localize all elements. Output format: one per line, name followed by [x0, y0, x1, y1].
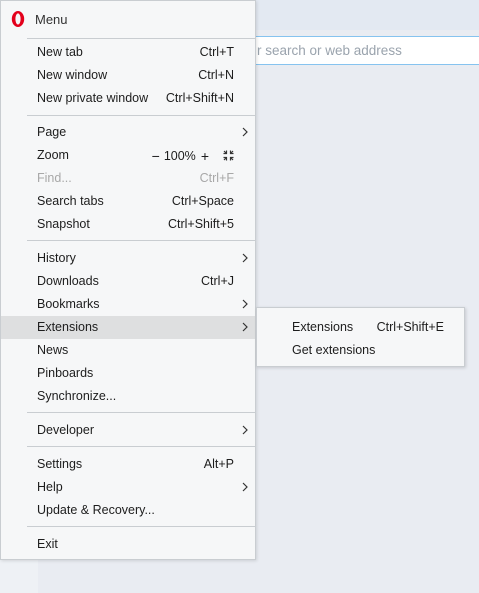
menu-item-new-private-window[interactable]: New private window Ctrl+Shift+N: [1, 87, 255, 110]
submenu-item-label: Extensions: [292, 320, 354, 334]
menu-item-label: News: [37, 343, 69, 357]
menu-item-label: Search tabs: [37, 194, 104, 208]
menu-item-developer[interactable]: Developer: [1, 419, 255, 442]
menu-item-label: Page: [37, 125, 67, 139]
menu-item-label: New private window: [37, 91, 149, 105]
submenu-item-get-extensions[interactable]: Get extensions: [257, 339, 464, 362]
address-bar-placeholder: r search or web address: [257, 43, 402, 58]
menu-item-bookmarks[interactable]: Bookmarks: [1, 293, 255, 316]
chevron-right-icon: [242, 322, 248, 332]
menu-separator: [27, 526, 255, 527]
menu-item-search-tabs[interactable]: Search tabs Ctrl+Space: [1, 190, 255, 213]
menu-item-shortcut: Ctrl+Shift+N: [165, 91, 234, 105]
menu-item-shortcut: Ctrl+F: [199, 171, 234, 185]
menu-item-help[interactable]: Help: [1, 476, 255, 499]
menu-item-label: Settings: [37, 457, 83, 471]
menu-title: Menu: [35, 12, 68, 27]
menu-item-exit[interactable]: Exit: [1, 533, 255, 556]
menu-item-shortcut: Ctrl+Shift+5: [167, 217, 234, 231]
menu-header[interactable]: Menu: [1, 7, 255, 33]
menu-item-shortcut: Ctrl+T: [199, 45, 234, 59]
menu-item-news[interactable]: News: [1, 339, 255, 362]
menu-item-label: Pinboards: [37, 366, 94, 380]
address-bar[interactable]: r search or web address: [220, 36, 479, 65]
menu-item-label: New window: [37, 68, 108, 82]
menu-item-label: Find...: [37, 171, 72, 185]
chevron-right-icon: [242, 425, 248, 435]
fullscreen-icon[interactable]: [223, 150, 234, 161]
menu-item-label: Extensions: [37, 320, 99, 334]
menu-item-label: Exit: [37, 537, 58, 551]
menu-item-history[interactable]: History: [1, 247, 255, 270]
menu-item-label: New tab: [37, 45, 83, 59]
zoom-in-button[interactable]: +: [201, 149, 209, 163]
menu-separator: [27, 38, 255, 39]
menu-separator: [27, 240, 255, 241]
menu-item-find[interactable]: Find... Ctrl+F: [1, 167, 255, 190]
main-menu: Menu New tab Ctrl+T New window Ctrl+N Ne…: [0, 0, 256, 560]
menu-item-shortcut: Ctrl+N: [198, 68, 234, 82]
submenu-item-shortcut: Ctrl+Shift+E: [376, 320, 444, 334]
menu-item-shortcut: Ctrl+Space: [171, 194, 234, 208]
zoom-out-button[interactable]: −: [152, 149, 160, 163]
menu-item-label: Update & Recovery...: [37, 503, 155, 517]
zoom-controls: − 100% +: [152, 147, 234, 164]
menu-item-zoom: Zoom − 100% +: [1, 144, 255, 167]
menu-separator: [27, 115, 255, 116]
menu-item-update-recovery[interactable]: Update & Recovery...: [1, 499, 255, 522]
menu-item-label: History: [37, 251, 76, 265]
menu-item-label: Synchronize...: [37, 389, 117, 403]
menu-item-label: Developer: [37, 423, 94, 437]
chevron-right-icon: [242, 299, 248, 309]
menu-item-shortcut: Alt+P: [203, 457, 234, 471]
menu-item-new-window[interactable]: New window Ctrl+N: [1, 64, 255, 87]
menu-item-label: Downloads: [37, 274, 99, 288]
menu-item-snapshot[interactable]: Snapshot Ctrl+Shift+5: [1, 213, 255, 236]
chevron-right-icon: [242, 253, 248, 263]
menu-item-page[interactable]: Page: [1, 121, 255, 144]
menu-item-label: Help: [37, 480, 63, 494]
menu-item-settings[interactable]: Settings Alt+P: [1, 453, 255, 476]
menu-item-label: Zoom: [37, 148, 69, 162]
menu-item-pinboards[interactable]: Pinboards: [1, 362, 255, 385]
opera-logo-icon: [11, 11, 25, 27]
menu-item-label: Snapshot: [37, 217, 90, 231]
menu-item-synchronize[interactable]: Synchronize...: [1, 385, 255, 408]
chevron-right-icon: [242, 127, 248, 137]
extensions-submenu: Extensions Ctrl+Shift+E Get extensions: [256, 307, 465, 367]
menu-item-extensions[interactable]: Extensions: [1, 316, 255, 339]
zoom-level: 100%: [163, 148, 196, 163]
submenu-item-label: Get extensions: [292, 343, 376, 357]
submenu-item-extensions[interactable]: Extensions Ctrl+Shift+E: [257, 316, 464, 339]
menu-item-new-tab[interactable]: New tab Ctrl+T: [1, 41, 255, 64]
chevron-right-icon: [242, 482, 248, 492]
menu-item-shortcut: Ctrl+J: [201, 274, 234, 288]
menu-item-label: Bookmarks: [37, 297, 100, 311]
menu-separator: [27, 446, 255, 447]
menu-item-downloads[interactable]: Downloads Ctrl+J: [1, 270, 255, 293]
menu-separator: [27, 412, 255, 413]
